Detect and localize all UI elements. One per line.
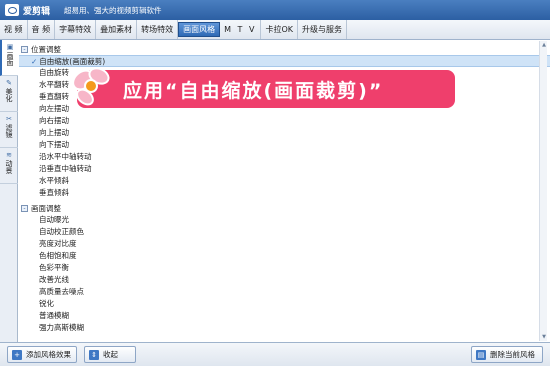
menu-overlay-materials[interactable]: 叠加素材: [96, 20, 138, 39]
side-tab-label: 滤镜: [5, 124, 13, 138]
list-item[interactable]: 改善光线: [19, 274, 550, 286]
list-item[interactable]: 沿垂直中轴转动: [19, 163, 550, 175]
side-tab-label: 美化: [5, 88, 13, 102]
add-style-button[interactable]: + 添加风格效果: [7, 346, 77, 363]
menu-upgrade-service[interactable]: 升级与服务: [298, 20, 347, 39]
collapse-arrows-icon: ⇕: [89, 349, 99, 360]
check-icon: ✓: [31, 57, 38, 66]
bottom-toolbar: + 添加风格效果 ⇕ 收起 ▤ 删除当前风格: [0, 342, 550, 366]
group-position-adjust[interactable]: - 位置调整: [19, 43, 550, 55]
list-item[interactable]: 普通模糊: [19, 310, 550, 322]
apply-effect-banner: 应用“自由缩放(画面裁剪)”: [72, 67, 455, 108]
trash-icon: ▤: [476, 349, 486, 360]
scroll-up-icon[interactable]: ▲: [540, 41, 548, 49]
menu-karaoke[interactable]: 卡拉OK: [261, 20, 298, 39]
collapse-label: 收起: [103, 350, 118, 359]
collapse-icon[interactable]: -: [21, 45, 28, 53]
menu-picture-style[interactable]: 画面风格: [178, 22, 221, 37]
group-title: 画面调整: [31, 203, 61, 213]
side-tab-label: 画面: [6, 52, 14, 66]
side-tab-label: 动景: [5, 160, 13, 174]
list-item[interactable]: 色彩平衡: [19, 262, 550, 274]
delete-style-button[interactable]: ▤ 删除当前风格: [471, 346, 543, 363]
side-tab-motion[interactable]: ≋ 动景: [0, 148, 18, 184]
app-logo-icon: [5, 4, 19, 16]
menu-mtv[interactable]: M T V: [220, 20, 262, 39]
list-item[interactable]: 亮度对比度: [19, 238, 550, 250]
list-item[interactable]: 向右摆动: [19, 115, 550, 127]
delete-style-label: 删除当前风格: [490, 350, 535, 359]
list-item[interactable]: 锐化: [19, 298, 550, 310]
collapse-button[interactable]: ⇕ 收起: [84, 346, 136, 363]
side-tab-beautify[interactable]: ✎ 美化: [0, 76, 18, 112]
app-name: 爱剪辑: [23, 6, 51, 17]
list-item[interactable]: 垂直倾斜: [19, 187, 550, 199]
side-tab-picture[interactable]: ▣ 画面: [0, 40, 18, 76]
app-slogan: 超易用、强大的视频剪辑软件: [64, 5, 162, 15]
filter-icon: ✂: [6, 115, 12, 123]
list-item[interactable]: 高质量去噪点: [19, 286, 550, 298]
scrollbar[interactable]: ▲ ▼: [539, 41, 547, 341]
picture-icon: ▣: [6, 43, 14, 51]
list-item[interactable]: 强力高斯模糊: [19, 322, 550, 334]
bow-decoration-icon: [72, 67, 110, 106]
menu-audio[interactable]: 音 频: [28, 20, 56, 39]
list-item[interactable]: 自动校正颜色: [19, 226, 550, 238]
scroll-down-icon[interactable]: ▼: [540, 333, 548, 341]
title-bar: 爱剪辑 超易用、强大的视频剪辑软件: [0, 0, 550, 20]
category-sidebar: ▣ 画面 ✎ 美化 ✂ 滤镜 ≋ 动景: [0, 40, 18, 342]
banner-text: 应用“自由缩放(画面裁剪)”: [123, 79, 384, 102]
menu-video[interactable]: 视 频: [0, 20, 28, 39]
list-item[interactable]: 向上摆动: [19, 127, 550, 139]
list-item[interactable]: 水平倾斜: [19, 175, 550, 187]
group-picture-adjust[interactable]: - 画面调整: [19, 202, 550, 214]
menu-bar: 视 频 音 频 字幕特效 叠加素材 转场特效 画面风格 M T V 卡拉OK 升…: [0, 20, 550, 40]
list-item[interactable]: 自动曝光: [19, 214, 550, 226]
list-item[interactable]: 沿水平中轴转动: [19, 151, 550, 163]
add-icon: +: [12, 349, 22, 360]
menu-transition-effects[interactable]: 转场特效: [137, 20, 179, 39]
wave-icon: ≋: [6, 151, 12, 159]
menu-subtitle-effects[interactable]: 字幕特效: [55, 20, 97, 39]
magic-wand-icon: ✎: [6, 79, 12, 87]
list-item[interactable]: 色相饱和度: [19, 250, 550, 262]
add-style-label: 添加风格效果: [26, 350, 71, 359]
list-item[interactable]: 向下摆动: [19, 139, 550, 151]
group-title: 位置调整: [31, 44, 61, 54]
collapse-icon[interactable]: -: [21, 204, 28, 212]
side-tab-filter[interactable]: ✂ 滤镜: [0, 112, 18, 148]
